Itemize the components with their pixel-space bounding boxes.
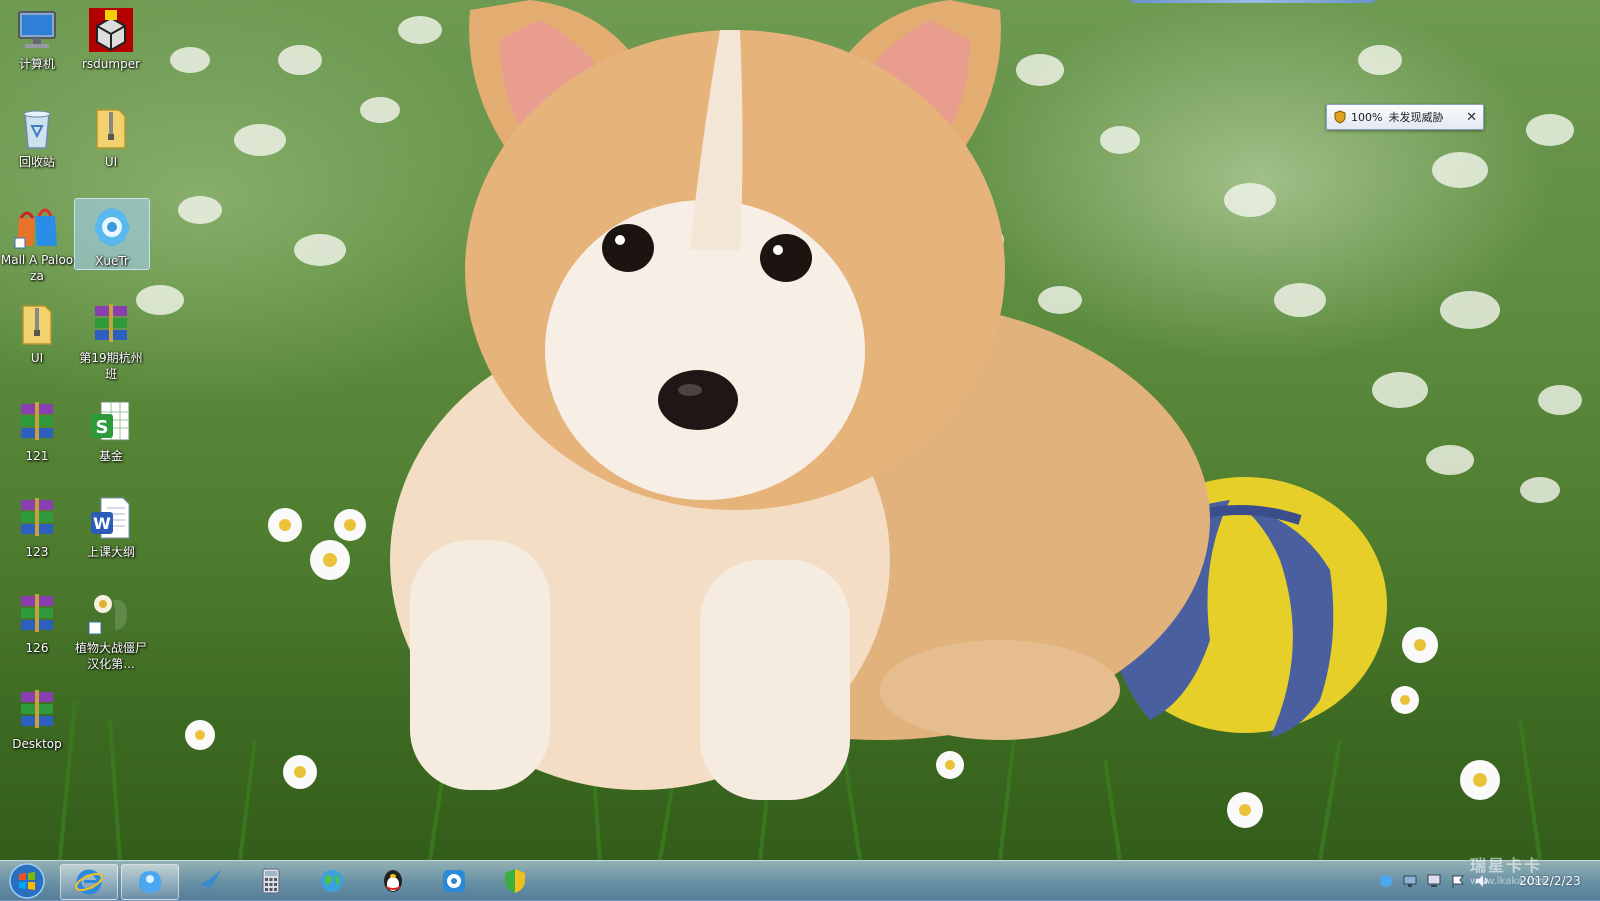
desktop-icon-126[interactable]: 126	[0, 586, 74, 656]
watermark-url: www.ikaka.com	[1470, 876, 1548, 887]
scan-percent: 100%	[1351, 110, 1383, 124]
windows-logo-icon	[9, 863, 45, 899]
puppy	[390, 0, 1210, 800]
desktop-icon-recycle-bin[interactable]: 回收站	[0, 100, 74, 170]
svg-text:W: W	[93, 514, 111, 533]
icon-label: rsdumper	[81, 57, 141, 71]
taskbar-security[interactable]	[487, 864, 543, 898]
gear-icon	[94, 207, 130, 247]
desktop-wallpaper	[0, 0, 1600, 900]
zip-folder-icon	[22, 305, 52, 345]
flag-icon[interactable]	[1450, 873, 1466, 889]
icon-label: Desktop	[12, 737, 62, 751]
puppy-wallpaper-art	[58, 0, 1582, 861]
icon-label: XueTr	[95, 254, 129, 268]
antivirus-status-popup[interactable]: 100% 未发现威胁 ✕	[1326, 104, 1484, 130]
svg-text:S: S	[96, 417, 109, 438]
desktop-icon-ui-zip[interactable]: UI	[74, 100, 148, 170]
desktop-icon-121[interactable]: 121	[0, 394, 74, 464]
taskbar-qq[interactable]	[365, 864, 421, 898]
winrar-archive-icon	[95, 304, 127, 342]
computer-icon	[18, 11, 56, 48]
rsdumper-icon	[89, 8, 133, 52]
icon-label: 121	[25, 449, 49, 463]
taskbar-internet-explorer[interactable]	[60, 864, 118, 900]
icon-label: 回收站	[18, 155, 55, 169]
icon-label: UI	[104, 155, 118, 169]
desktop-icon-fund[interactable]: S 基金	[74, 394, 148, 464]
taskbar-globe-app[interactable]	[304, 864, 360, 898]
desktop-icon-123[interactable]: 123	[0, 490, 74, 560]
scan-status: 未发现威胁	[1388, 111, 1444, 124]
qq-tray-icon[interactable]	[1378, 873, 1394, 889]
icon-label: 126	[25, 641, 49, 655]
bird-icon	[199, 870, 221, 892]
winrar-archive-icon	[21, 498, 53, 536]
desktop-icon-plants-vs-zombies[interactable]: 植物大战僵尸 汉化第...	[74, 586, 148, 672]
taskbar-bird-app[interactable]	[182, 864, 238, 898]
globe-icon	[321, 870, 343, 892]
plants-vs-zombies-icon	[88, 595, 127, 635]
zip-folder-icon	[96, 109, 126, 149]
taskbar-calculator[interactable]	[243, 864, 299, 898]
taskbar-qq-bubble[interactable]	[121, 864, 179, 900]
taskbar-qq-player[interactable]	[426, 864, 482, 898]
qq-icon	[384, 870, 402, 892]
calculator-icon	[262, 868, 280, 894]
desktop-icon-syllabus[interactable]: W 上课大纲	[74, 490, 148, 560]
shopping-bag-icon	[14, 208, 57, 249]
start-button[interactable]	[4, 863, 50, 899]
icon-label: 计算机	[18, 57, 55, 71]
security-shield-icon	[505, 869, 525, 893]
taskbar: 2012/2/23	[0, 860, 1600, 901]
icon-label: UI	[30, 351, 44, 365]
desktop-icon-hangzhou-class[interactable]: 第19期杭州班	[74, 296, 148, 382]
icon-label: 上课大纲	[86, 545, 135, 559]
network-icon[interactable]	[1402, 873, 1418, 889]
icon-label: 123	[25, 545, 49, 559]
icon-label: 第19期杭州班	[79, 351, 143, 381]
desktop-icon-rsdumper[interactable]: rsdumper	[74, 2, 148, 72]
desktop-icon-mall-a-palooza[interactable]: Mall A Palooza	[0, 198, 74, 284]
watermark-text: 瑞星卡卡	[1470, 856, 1543, 875]
winrar-archive-icon	[21, 594, 53, 632]
icon-label: Mall A Palooza	[0, 253, 74, 283]
window-edge-strip	[1131, 0, 1375, 3]
qq-player-icon	[443, 870, 465, 892]
desktop-icon-computer[interactable]: 计算机	[0, 2, 74, 72]
qq-penguin-bubble-icon	[139, 871, 161, 893]
word-document-icon: W	[91, 497, 130, 539]
display-icon[interactable]	[1426, 873, 1442, 889]
icon-label: 基金	[98, 449, 123, 463]
recycle-bin-icon	[23, 110, 51, 149]
spreadsheet-icon: S	[91, 401, 130, 441]
winrar-archive-icon	[21, 690, 53, 728]
close-icon[interactable]: ✕	[1466, 110, 1477, 125]
watermark-logo: 瑞星卡卡 www.ikaka.com	[1470, 852, 1548, 887]
winrar-archive-icon	[21, 402, 53, 440]
desktop-icon-xuetr[interactable]: XueTr	[74, 198, 150, 270]
desktop-icon-ui-zip-2[interactable]: UI	[0, 296, 74, 366]
internet-explorer-icon	[75, 869, 103, 895]
desktop-icon-desktop-archive[interactable]: Desktop	[0, 682, 74, 752]
icon-label: 植物大战僵尸 汉化第...	[74, 641, 147, 671]
shield-icon	[1334, 110, 1346, 124]
